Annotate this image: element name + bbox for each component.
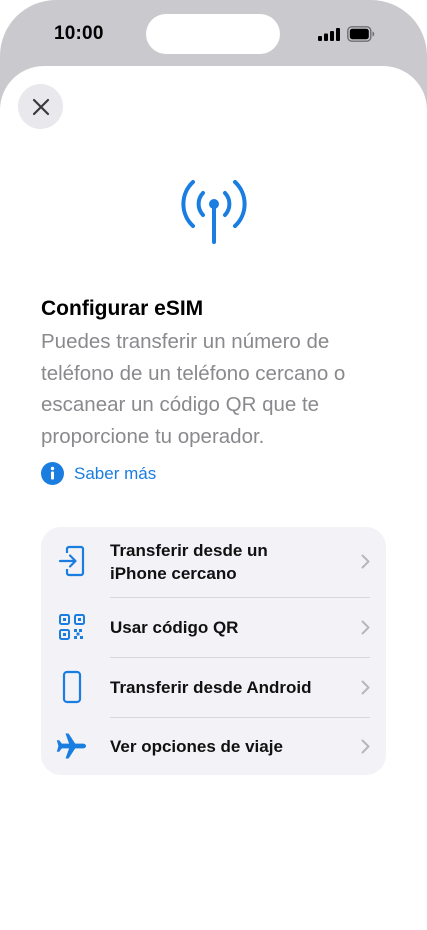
- chevron-right-icon: [361, 554, 370, 569]
- transfer-in-icon: [55, 545, 89, 577]
- airplane-icon: [55, 732, 89, 760]
- option-label: Ver opciones de viaje: [110, 737, 283, 756]
- chevron-right-icon: [361, 620, 370, 635]
- option-label: Transferir desde un iPhone cercano: [110, 541, 268, 583]
- option-qr-code[interactable]: Usar código QR: [41, 598, 386, 657]
- device-frame: 10:00 Configurar eSIM Puedes transferir …: [0, 0, 427, 930]
- option-label: Transferir desde Android: [110, 678, 312, 697]
- page-description: Puedes transferir un número de teléfono …: [41, 330, 346, 448]
- info-icon: [41, 462, 64, 485]
- learn-more-link[interactable]: Saber más: [41, 462, 156, 485]
- option-travel[interactable]: Ver opciones de viaje: [41, 718, 386, 775]
- chevron-right-icon: [361, 739, 370, 754]
- setup-options-list: Transferir desde un iPhone cercano Usar …: [41, 527, 386, 775]
- chevron-right-icon: [361, 680, 370, 695]
- antenna-signal-icon: [181, 180, 247, 244]
- esim-setup-sheet: Configurar eSIM Puedes transferir un núm…: [0, 66, 427, 930]
- phone-icon: [55, 670, 89, 704]
- battery-icon: [347, 26, 375, 42]
- status-time: 10:00: [54, 23, 104, 44]
- close-button[interactable]: [18, 84, 63, 129]
- dynamic-island: [146, 14, 280, 54]
- page-title: Configurar eSIM: [41, 297, 204, 320]
- learn-more-label: Saber más: [74, 463, 157, 483]
- option-transfer-android[interactable]: Transferir desde Android: [41, 658, 386, 717]
- qr-code-icon: [55, 613, 89, 641]
- status-bar: 10:00: [0, 0, 427, 66]
- option-transfer-iphone[interactable]: Transferir desde un iPhone cercano: [41, 527, 386, 597]
- option-label: Usar código QR: [110, 618, 239, 637]
- cellular-signal-icon: [318, 28, 340, 41]
- close-icon: [32, 98, 49, 115]
